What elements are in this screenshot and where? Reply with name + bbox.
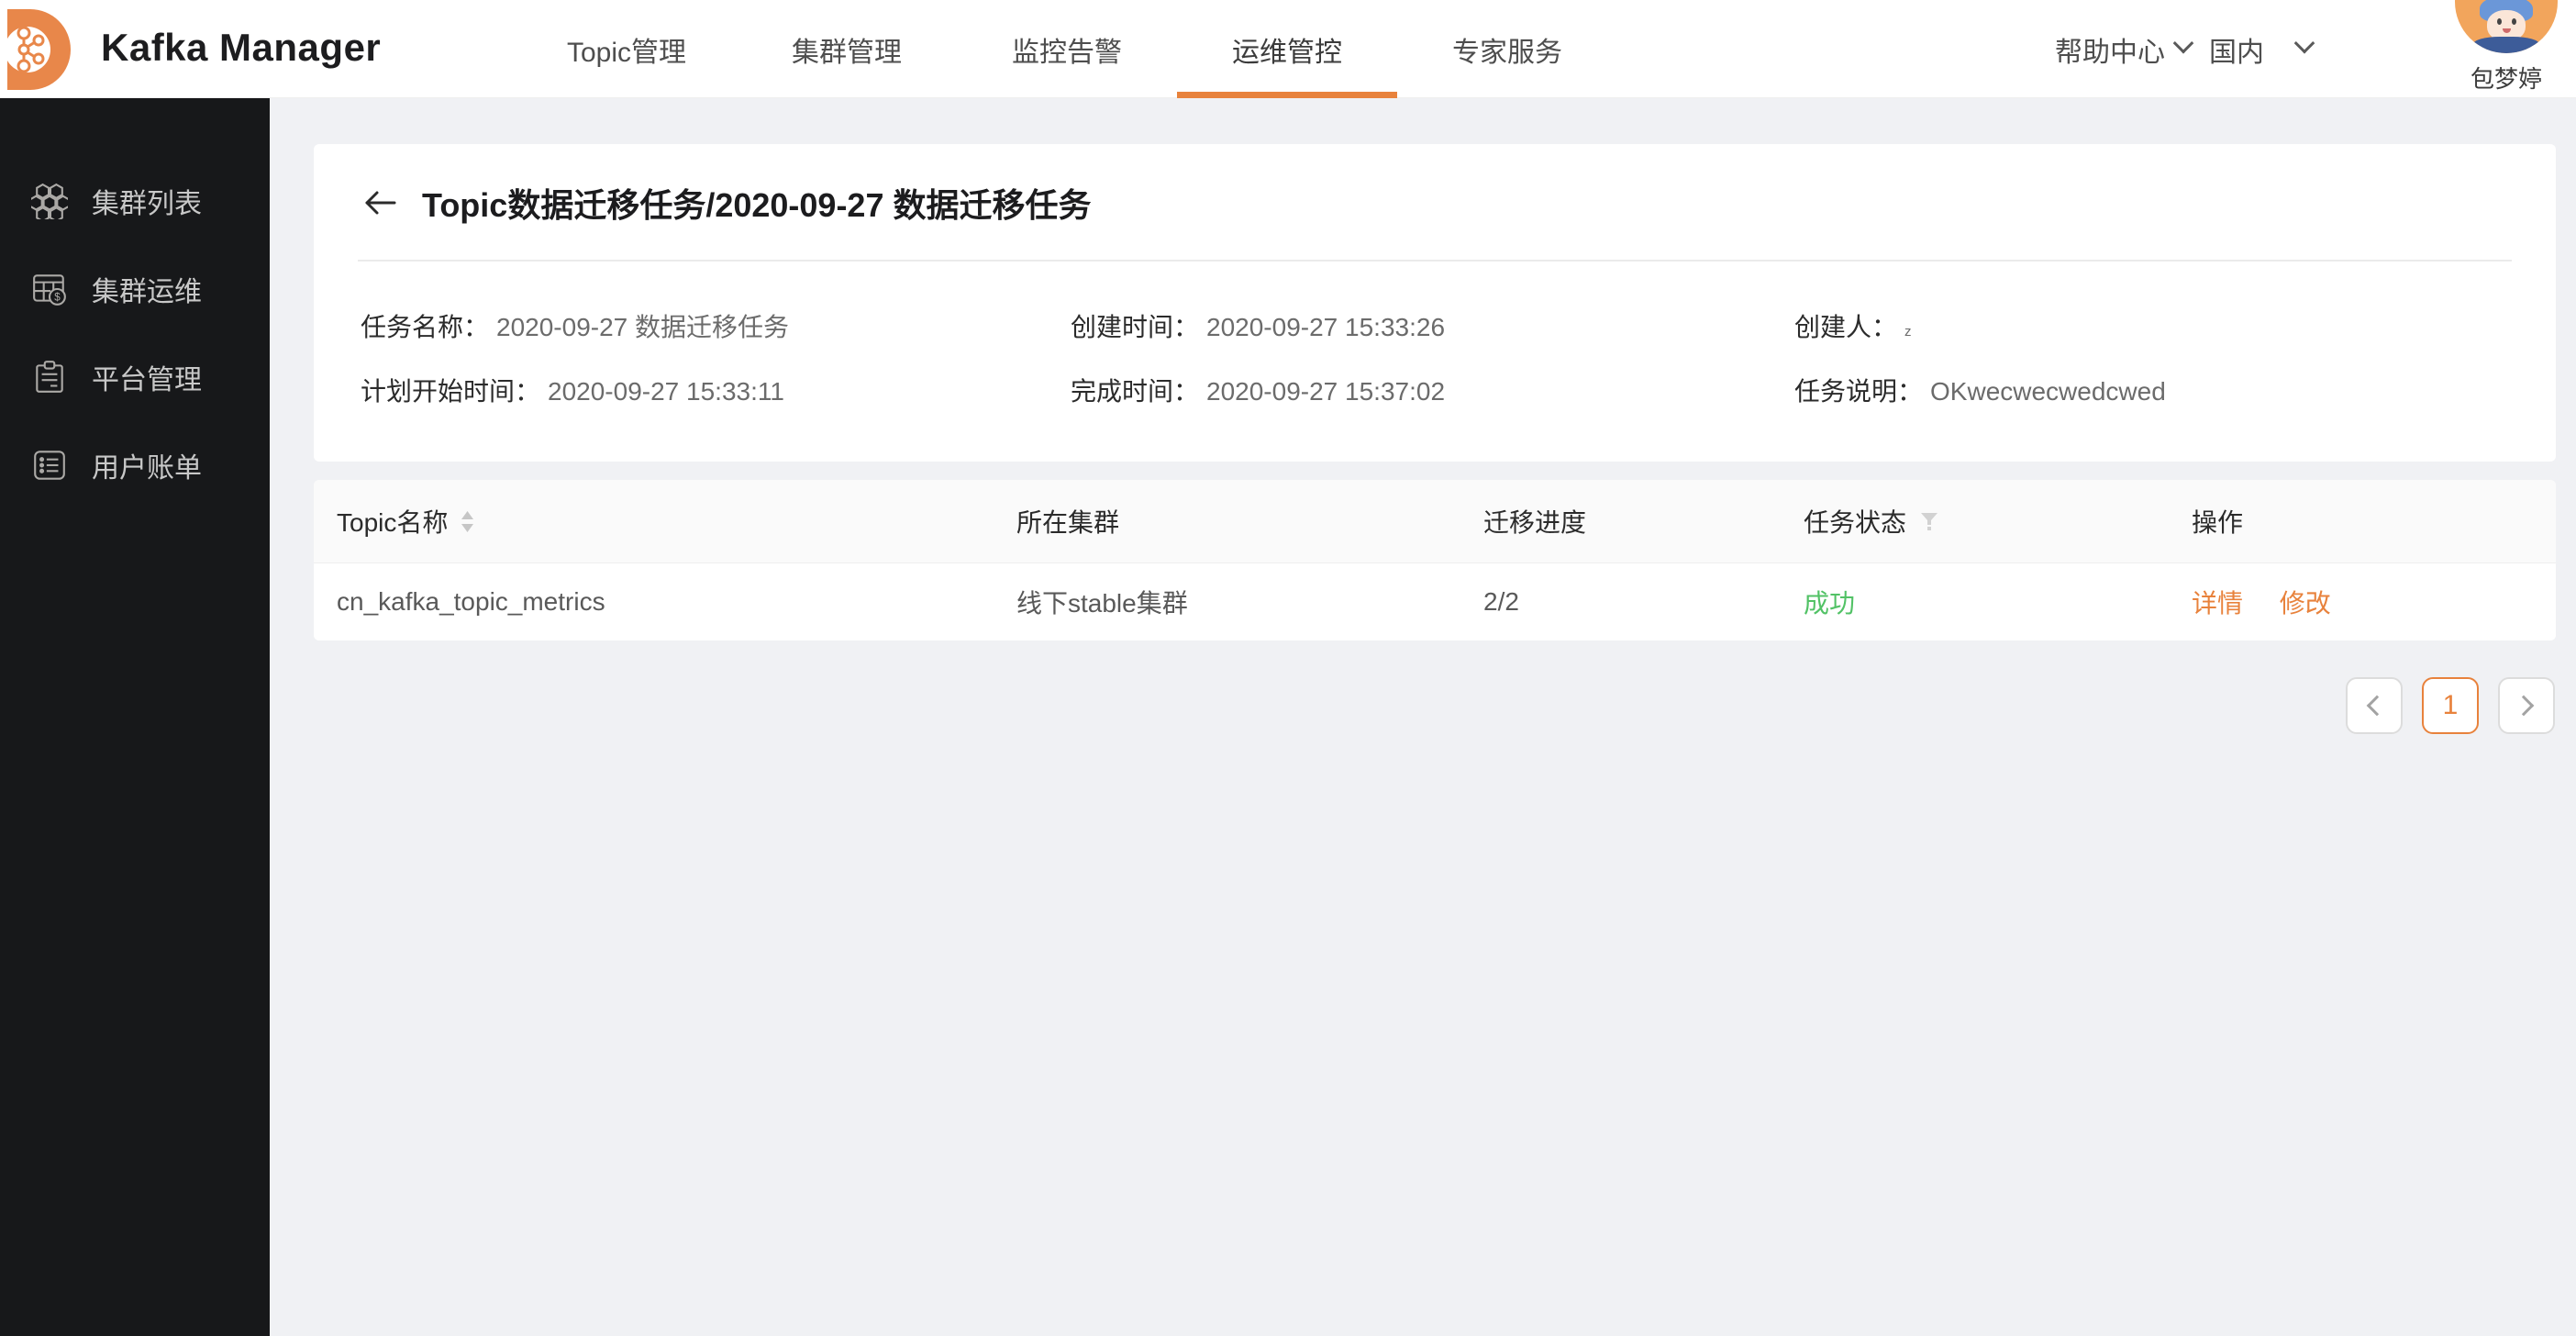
field-finish-time: 完成时间： 2020-09-27 15:37:02 bbox=[1071, 377, 1446, 406]
page-1-button[interactable]: 1 bbox=[2422, 677, 2479, 734]
app-title: Kafka Manager bbox=[101, 26, 382, 69]
next-page-button[interactable] bbox=[2498, 677, 2555, 734]
edit-link[interactable]: 修改 bbox=[2280, 589, 2331, 618]
task-detail-card: Topic数据迁移任务/2020-09-27 数据迁移任务 任务名称： 2020… bbox=[314, 144, 2556, 462]
field-task-desc: 任务说明： OKwecwecwedcwed bbox=[1794, 377, 2166, 406]
sidebar-item-platform-manage[interactable]: 平台管理 bbox=[0, 333, 270, 421]
cell-cluster: 线下stable集群 bbox=[1016, 589, 1188, 618]
sidebar-item-label: 集群列表 bbox=[92, 189, 202, 219]
table-header-row: Topic名称 所在集群 迁移进度 任务状态 操作 bbox=[314, 480, 2556, 562]
user-name: 包梦婷 bbox=[2470, 65, 2542, 93]
cluster-ops-coin-icon: $ bbox=[31, 271, 68, 307]
cell-topic-name: cn_kafka_topic_metrics bbox=[337, 587, 605, 616]
help-center-menu[interactable]: 帮助中心 bbox=[2055, 0, 2194, 98]
chevron-down-icon bbox=[2293, 32, 2315, 53]
field-task-name: 任务名称： 2020-09-27 数据迁移任务 bbox=[361, 313, 790, 341]
column-status: 任务状态 bbox=[1804, 503, 2192, 540]
chevron-left-icon bbox=[2366, 695, 2388, 717]
sidebar-item-user-bill[interactable]: 用户账单 bbox=[0, 421, 270, 509]
table-row: cn_kafka_topic_metrics 线下stable集群 2/2 成功… bbox=[314, 562, 2556, 640]
field-creator: 创建人： z bbox=[1794, 313, 1912, 341]
status-badge: 成功 bbox=[1804, 589, 1856, 618]
filter-funnel-icon[interactable] bbox=[1919, 511, 1939, 531]
back-button[interactable] bbox=[360, 184, 400, 221]
cell-actions: 详情 修改 bbox=[2192, 584, 2556, 620]
sidebar-item-cluster-ops[interactable]: $ 集群运维 bbox=[0, 245, 270, 333]
chevron-down-icon bbox=[2172, 32, 2194, 53]
sidebar-item-label: 平台管理 bbox=[92, 365, 202, 395]
kafka-manager-logo-icon bbox=[0, 6, 75, 94]
primary-nav: Topic管理 集群管理 监控告警 运维管控 专家服务 bbox=[516, 0, 1617, 98]
column-cluster: 所在集群 bbox=[1016, 508, 1120, 537]
nav-tab-topic-manage[interactable]: Topic管理 bbox=[516, 0, 737, 98]
sidebar: 集群列表 $ 集群运维 平台管理 用户账单 bbox=[0, 98, 270, 1336]
column-actions: 操作 bbox=[2192, 508, 2244, 537]
chevron-right-icon bbox=[2513, 695, 2535, 717]
main-content: Topic数据迁移任务/2020-09-27 数据迁移任务 任务名称： 2020… bbox=[270, 98, 2576, 1336]
cell-progress: 2/2 bbox=[1483, 587, 1519, 616]
help-center-label: 帮助中心 bbox=[2055, 37, 2165, 68]
column-progress: 迁移进度 bbox=[1483, 508, 1587, 537]
field-create-time: 创建时间： 2020-09-27 15:33:26 bbox=[1071, 313, 1446, 341]
clipboard-icon bbox=[31, 359, 68, 395]
nav-tab-cluster-manage[interactable]: 集群管理 bbox=[737, 0, 957, 98]
region-label: 国内 bbox=[2209, 37, 2264, 68]
column-topic-name: Topic名称 bbox=[337, 503, 1016, 540]
field-plan-start-time: 计划开始时间： 2020-09-27 15:33:11 bbox=[361, 377, 784, 406]
sidebar-item-label: 用户账单 bbox=[92, 453, 202, 484]
task-detail-fields: 任务名称： 2020-09-27 数据迁移任务 创建时间： 2020-09-27… bbox=[314, 262, 2556, 408]
prev-page-button[interactable] bbox=[2346, 677, 2403, 734]
svg-text:$: $ bbox=[54, 293, 61, 304]
page-title: Topic数据迁移任务/2020-09-27 数据迁移任务 bbox=[422, 186, 1092, 224]
detail-link[interactable]: 详情 bbox=[2192, 589, 2243, 618]
honeycomb-cluster-icon bbox=[28, 183, 71, 223]
nav-tab-ops-control[interactable]: 运维管控 bbox=[1177, 0, 1397, 98]
migration-table: Topic名称 所在集群 迁移进度 任务状态 操作 cn_kafka_topic… bbox=[314, 480, 2556, 640]
avatar bbox=[2455, 0, 2558, 53]
sidebar-item-cluster-list[interactable]: 集群列表 bbox=[0, 157, 270, 245]
pagination: 1 bbox=[314, 677, 2556, 734]
sidebar-item-label: 集群运维 bbox=[92, 277, 202, 307]
top-header: Kafka Manager Topic管理 集群管理 监控告警 运维管控 专家服… bbox=[0, 0, 2576, 98]
nav-tab-monitor-alert[interactable]: 监控告警 bbox=[957, 0, 1177, 98]
region-select[interactable]: 国内 bbox=[2209, 0, 2315, 98]
bill-list-icon bbox=[31, 447, 68, 484]
user-menu[interactable]: 包梦婷 bbox=[2451, 0, 2561, 95]
nav-tab-expert-service[interactable]: 专家服务 bbox=[1397, 0, 1617, 98]
sort-icon[interactable] bbox=[461, 510, 474, 532]
